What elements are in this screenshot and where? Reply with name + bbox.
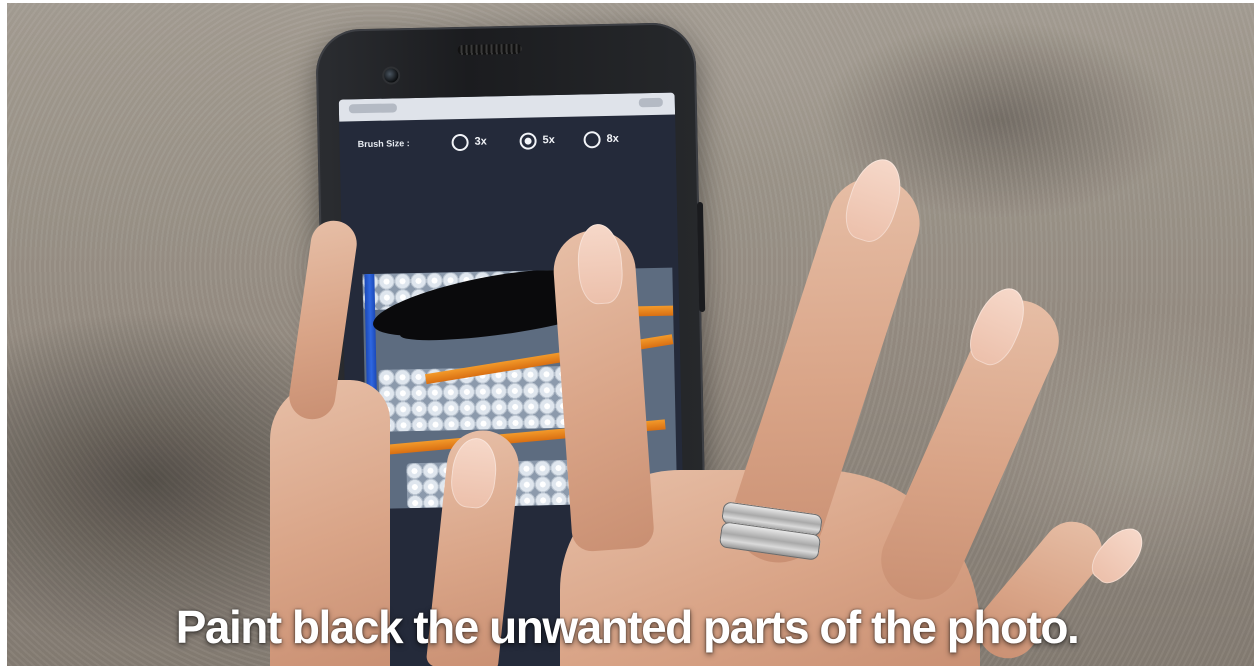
status-time-blurred <box>348 103 397 114</box>
brush-size-selector: Brush Size : 3x 5x 8x <box>339 125 676 162</box>
frame-edge-left <box>0 0 7 666</box>
brush-size-label: Brush Size : <box>357 138 410 150</box>
brush-size-option-3x[interactable]: 3x <box>451 130 487 153</box>
brush-size-option-label: 3x <box>474 135 487 148</box>
radio-empty-icon[interactable] <box>451 133 469 151</box>
brush-size-option-label: 8x <box>606 132 619 145</box>
frame-edge-top <box>0 0 1254 3</box>
brush-size-option-5x[interactable]: 5x <box>519 129 555 152</box>
front-camera-icon <box>384 68 399 83</box>
video-frame: Brush Size : 3x 5x 8x Paint black the un… <box>0 0 1254 666</box>
brush-size-option-8x[interactable]: 8x <box>583 128 619 151</box>
radio-empty-icon[interactable] <box>583 130 601 148</box>
status-icons-blurred <box>638 97 663 108</box>
brush-size-option-label: 5x <box>542 134 555 147</box>
status-bar <box>338 92 676 122</box>
radio-filled-icon[interactable] <box>519 131 537 150</box>
subtitle-caption: Paint black the unwanted parts of the ph… <box>175 601 1080 653</box>
earpiece-speaker <box>457 43 522 56</box>
